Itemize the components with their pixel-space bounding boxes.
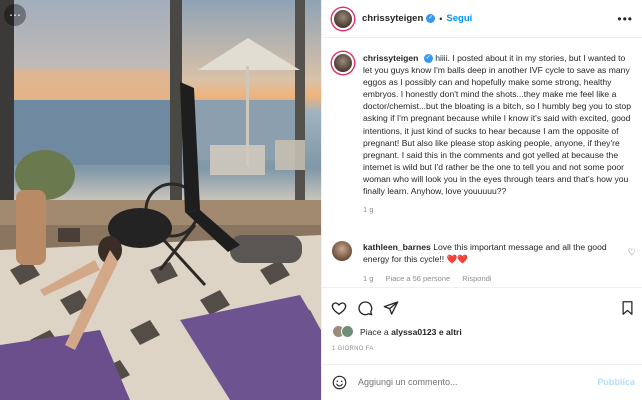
post-side-panel: chrissyteigen ✓ • Segui ••• chrissyteige… (321, 0, 642, 400)
comment-meta: 1 g Piace a 56 persone Rispondi (363, 273, 618, 285)
comment-likes-link[interactable]: Piace a 56 persone (386, 274, 451, 283)
liker-avatar (341, 325, 354, 338)
comment-heart-icon[interactable]: ♡ (628, 247, 636, 258)
comment-item: kathleen_barnes Love this important mess… (332, 241, 637, 285)
caption-avatar[interactable] (332, 52, 354, 74)
heart-icon[interactable] (331, 300, 347, 316)
comment-input[interactable] (358, 377, 558, 387)
likes-prefix: Piace a (360, 326, 389, 337)
likes-summary: Piace a alyssa0123 e altri (332, 325, 462, 338)
photo-more-icon[interactable]: ⋯ (4, 4, 26, 26)
commenter-avatar[interactable] (332, 241, 352, 261)
header-separator: • (439, 13, 443, 24)
comment-icon[interactable] (357, 300, 373, 316)
publish-button[interactable]: Pubblica (597, 377, 635, 387)
verified-icon: ✓ (423, 54, 433, 64)
follow-button[interactable]: Segui (446, 13, 472, 24)
post-photo[interactable]: ⋯ (0, 0, 321, 400)
author-avatar[interactable] (332, 7, 354, 30)
caption-text: hiiii. I posted about it in my stories, … (363, 53, 631, 197)
yoga-scene-illustration (0, 0, 321, 400)
likes-text: Piace a alyssa0123 e altri (360, 327, 462, 337)
post-modal: ⋯ chrissyteigen ✓ • Segui ••• chrissytei… (0, 0, 642, 400)
more-icon[interactable]: ••• (617, 12, 633, 26)
caption-age: 1 g (363, 205, 374, 215)
likes-user[interactable]: alyssa0123 (391, 327, 436, 337)
share-icon[interactable] (383, 300, 399, 316)
post-date[interactable]: 1 GIORNO FA (332, 346, 374, 352)
bookmark-icon[interactable] (620, 300, 635, 316)
caption-body: chrissyteigen ✓ hiiii. I posted about it… (363, 52, 631, 216)
post-caption: chrissyteigen ✓ hiiii. I posted about it… (332, 52, 632, 216)
post-header: chrissyteigen ✓ • Segui ••• (322, 0, 642, 38)
commenter-username[interactable]: kathleen_barnes (363, 242, 431, 252)
add-comment-bar: Pubblica (322, 364, 642, 400)
caption-username[interactable]: chrissyteigen (363, 53, 418, 63)
author-username[interactable]: chrissyteigen (362, 13, 423, 24)
comment-age: 1 g (363, 274, 374, 284)
comment-reply-link[interactable]: Rispondi (462, 274, 491, 283)
verified-icon: ✓ (426, 14, 436, 23)
likes-suffix[interactable]: e altri (439, 327, 462, 337)
comment-body: kathleen_barnes Love this important mess… (363, 241, 618, 285)
emoji-icon[interactable] (332, 375, 347, 390)
action-bar (322, 287, 642, 327)
